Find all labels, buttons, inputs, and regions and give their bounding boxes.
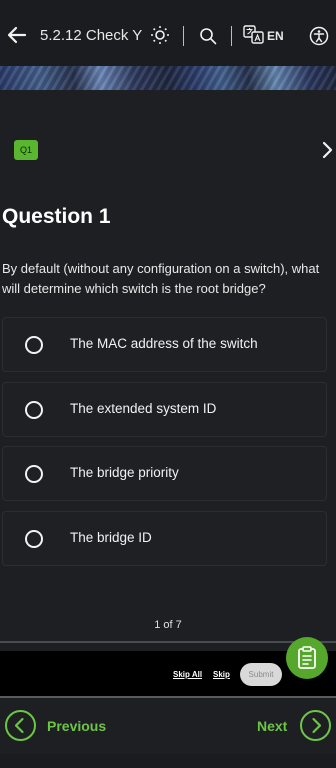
chevron-right-icon[interactable] bbox=[318, 140, 336, 160]
previous-label[interactable]: Previous bbox=[47, 718, 106, 734]
answer-option[interactable]: The MAC address of the switch bbox=[2, 317, 327, 372]
answer-option[interactable]: The bridge priority bbox=[2, 446, 327, 501]
bottom-navigation: Previous Next bbox=[0, 698, 336, 754]
previous-button[interactable] bbox=[5, 710, 36, 741]
divider bbox=[231, 26, 232, 46]
radio-button[interactable] bbox=[25, 336, 43, 354]
back-arrow-icon[interactable] bbox=[6, 24, 28, 46]
notes-fab-button[interactable] bbox=[286, 637, 328, 679]
submit-button[interactable]: Submit bbox=[240, 663, 282, 686]
radio-button[interactable] bbox=[25, 401, 43, 419]
answer-option[interactable]: The bridge ID bbox=[2, 511, 327, 566]
translate-icon[interactable] bbox=[243, 25, 265, 45]
answer-option-label: The MAC address of the switch bbox=[70, 336, 258, 351]
top-app-bar: 5.2.12 Check Yǔ EN bbox=[0, 0, 336, 66]
page-indicator: 1 of 7 bbox=[154, 619, 182, 631]
next-label[interactable]: Next bbox=[257, 718, 287, 734]
answer-option-label: The bridge ID bbox=[70, 530, 152, 545]
question-badge: Q1 bbox=[14, 140, 38, 160]
answer-option[interactable]: The extended system ID bbox=[2, 382, 327, 437]
chevron-left-icon bbox=[14, 717, 24, 734]
clipboard-icon bbox=[298, 646, 316, 669]
radio-button[interactable] bbox=[25, 530, 43, 548]
accessibility-icon[interactable] bbox=[309, 26, 329, 46]
skip-link[interactable]: Skip bbox=[213, 670, 230, 679]
chevron-right-icon bbox=[312, 717, 322, 734]
answer-option-label: The bridge priority bbox=[70, 465, 179, 480]
question-header-row: Q1 bbox=[0, 130, 336, 170]
divider bbox=[183, 26, 184, 46]
radio-button[interactable] bbox=[25, 465, 43, 483]
language-label[interactable]: EN bbox=[267, 29, 284, 43]
next-button[interactable] bbox=[300, 710, 331, 741]
page-title: 5.2.12 Check Yǔ bbox=[40, 27, 142, 44]
question-title: Question 1 bbox=[2, 205, 111, 228]
answer-option-label: The extended system ID bbox=[70, 401, 217, 416]
course-banner-image bbox=[0, 66, 336, 90]
brightness-icon[interactable] bbox=[150, 25, 170, 45]
bottom-strip bbox=[0, 754, 336, 768]
search-icon[interactable] bbox=[199, 27, 217, 45]
question-text: By default (without any configuration on… bbox=[2, 261, 320, 296]
skip-all-link[interactable]: Skip All bbox=[173, 670, 202, 679]
